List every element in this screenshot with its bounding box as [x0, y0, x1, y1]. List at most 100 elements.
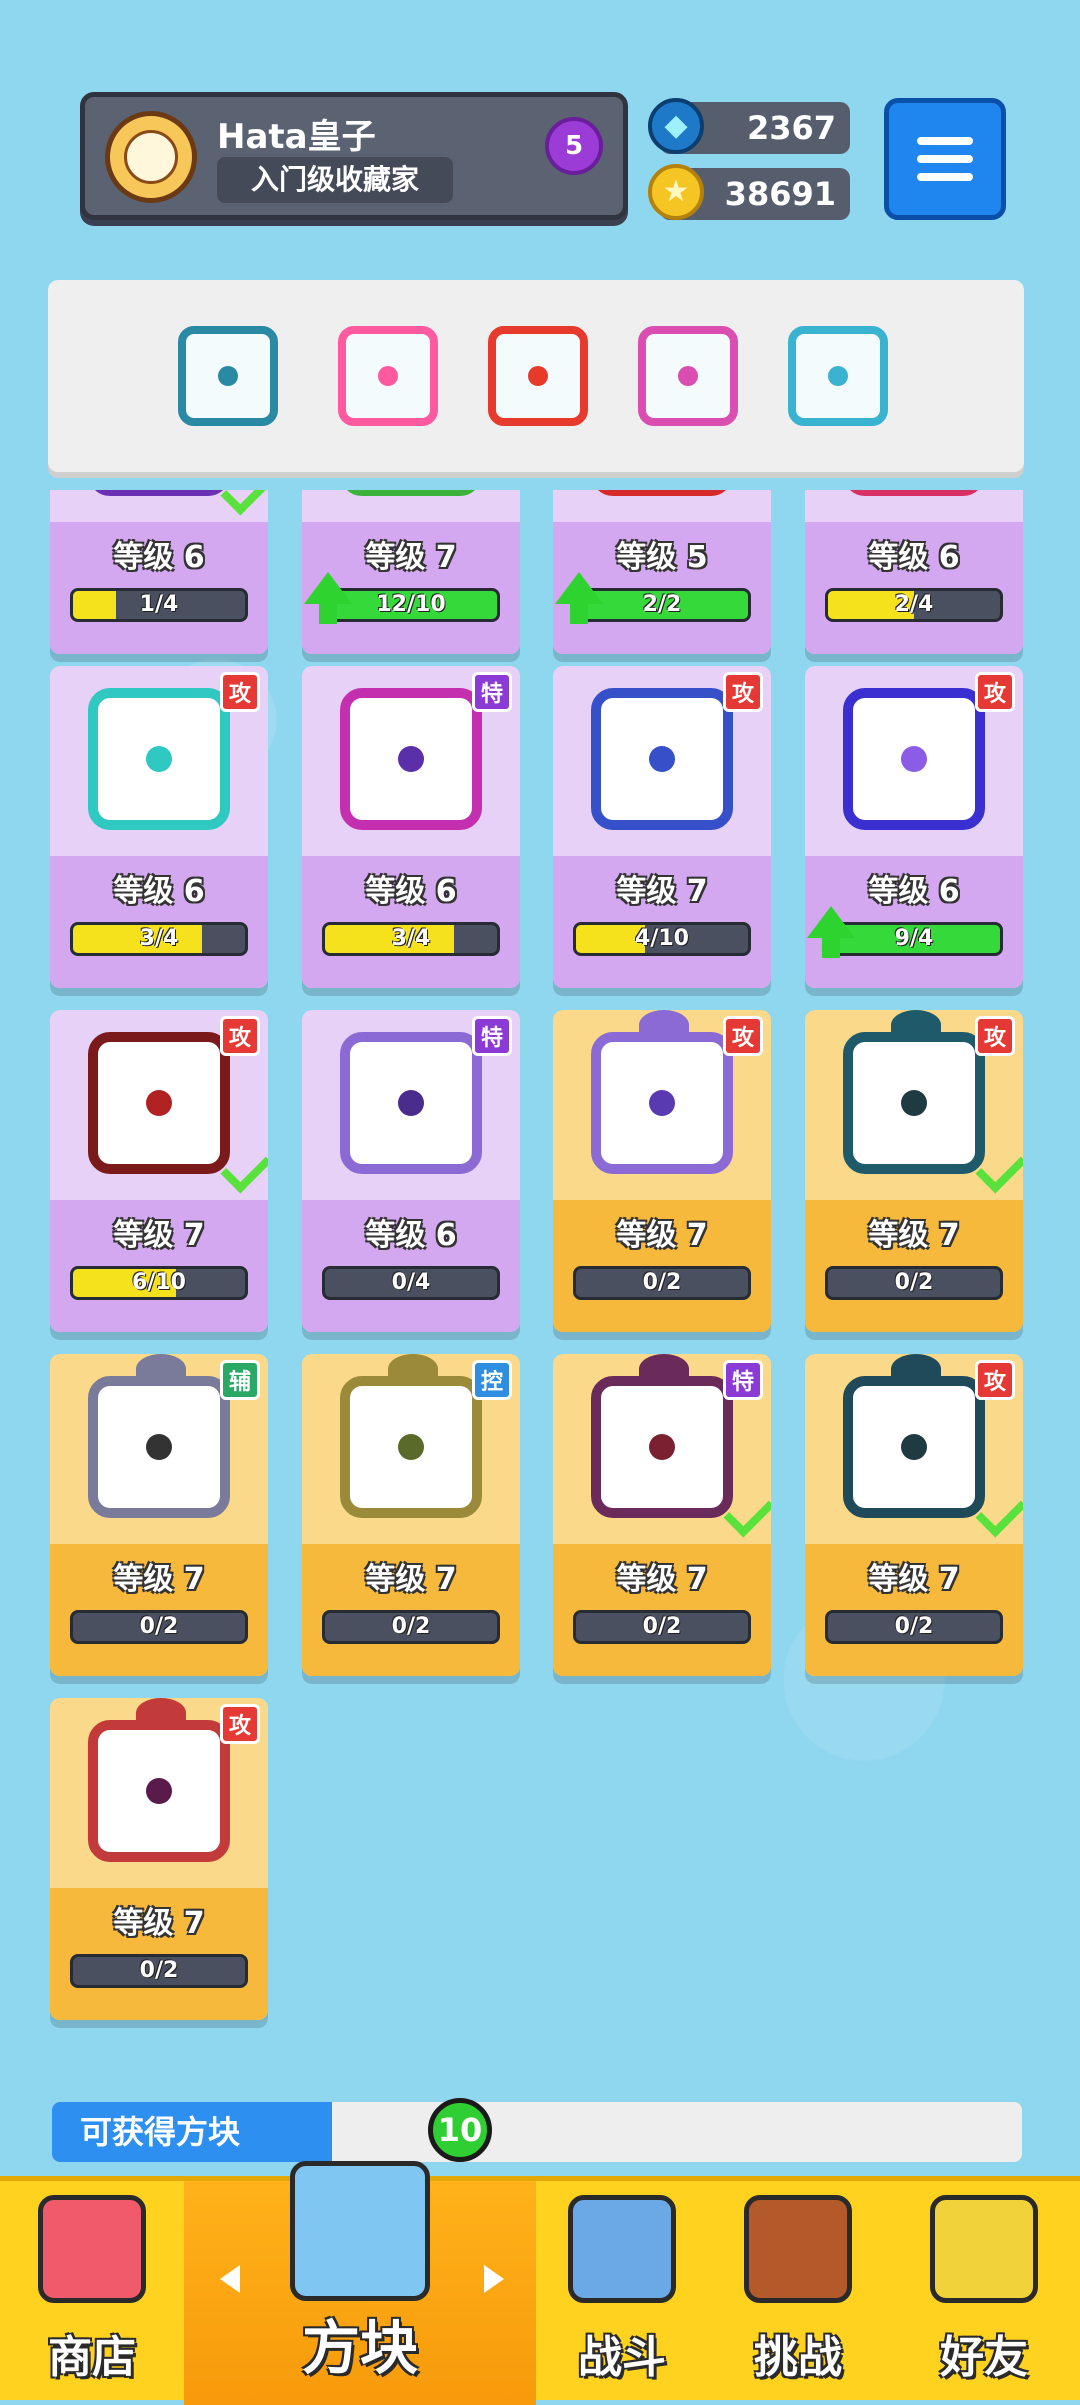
dice-type-tag: 攻	[220, 1016, 260, 1056]
deck-slot-ice-dragon-dice[interactable]	[788, 326, 888, 426]
avatar[interactable]	[105, 111, 197, 203]
nav-label: 好友	[940, 2332, 1028, 2383]
dice-card[interactable]: 特等级 7 0/2	[553, 1354, 771, 1676]
dice-pip-icon	[901, 746, 927, 772]
progress-text: 0/4	[391, 1270, 431, 1295]
progress-text: 0/2	[391, 1614, 431, 1639]
dragon-crest-icon	[136, 1698, 186, 1728]
progress-text: 6/10	[132, 1270, 186, 1295]
dice-pip-icon	[649, 1434, 675, 1460]
dice-pip-icon	[649, 1090, 675, 1116]
dice-card[interactable]: 控等级 7 0/2	[302, 1354, 520, 1676]
profile-panel[interactable]: Hata皇子 入门级收藏家 5	[80, 92, 628, 220]
dice-pip-icon	[398, 746, 424, 772]
dice-card[interactable]: 特等级 6 3/4	[302, 666, 520, 988]
dice-pip-icon	[398, 1434, 424, 1460]
progress-text: 3/4	[391, 926, 431, 951]
upgrade-progress-bar: 0/4	[322, 1266, 500, 1300]
available-dice-bar[interactable]: 可获得方块	[52, 2102, 1022, 2162]
dice-pip-icon	[398, 1090, 424, 1116]
nav-label: 商店	[48, 2332, 136, 2383]
upgrade-progress-bar: 2/4	[825, 588, 1003, 622]
upgrade-progress-bar: 6/10	[70, 1266, 248, 1300]
nav-challenge[interactable]: 挑战	[708, 2181, 888, 2405]
dice-face	[88, 1376, 230, 1518]
dice-card[interactable]: 攻等级 7 6/10	[50, 1010, 268, 1332]
dice-face	[843, 1032, 1023, 1194]
nav-dice-box[interactable]: 方块	[184, 2161, 536, 2405]
dice-card[interactable]: 辅等级 7 0/2	[50, 1354, 268, 1676]
dice-pip-icon	[649, 746, 675, 772]
dice-level: 等级 6	[365, 874, 457, 909]
menu-button[interactable]	[884, 98, 1006, 220]
dice-face	[88, 1032, 268, 1194]
dice-type-tag: 攻	[723, 672, 763, 712]
dice-collection: 等级 6 1/4 等级 7 12/10 等级 5 2/2 等级 6 2/4 攻等级 6 3/4 特等…	[0, 490, 1080, 2070]
star-coin-icon: ★	[648, 164, 704, 220]
dice-level: 等级 6	[868, 540, 960, 575]
prev-arrow-icon[interactable]	[220, 2265, 240, 2293]
dice-card[interactable]: 攻等级 7 4/10	[553, 666, 771, 988]
dice-pip-icon	[378, 366, 398, 386]
progress-text: 0/2	[642, 1270, 682, 1295]
upgrade-progress-bar: 0/2	[825, 1610, 1003, 1644]
dice-face	[843, 688, 985, 830]
dice-card[interactable]: 等级 5 2/2	[553, 490, 771, 654]
dice-pip-icon	[901, 1090, 927, 1116]
deck-slot-vortex-dragon-dice[interactable]	[178, 326, 278, 426]
coin-counter: ★ 38691	[648, 164, 850, 220]
upgrade-progress-bar: 1/4	[70, 588, 248, 622]
avatar-face-icon	[124, 130, 178, 184]
equipped-check-icon	[975, 1486, 1023, 1538]
dice-type-tag: 攻	[975, 1016, 1015, 1056]
dice-card[interactable]: 攻等级 6 9/4	[805, 666, 1023, 988]
progress-text: 0/2	[894, 1614, 934, 1639]
progress-text: 3/4	[139, 926, 179, 951]
dice-level: 等级 7	[868, 1562, 960, 1597]
rank-number: 5	[545, 117, 603, 175]
dice-level: 等级 6	[113, 874, 205, 909]
bottom-nav: 商店 方块 战斗 挑战 好友	[0, 2161, 1080, 2405]
shop-icon	[38, 2195, 146, 2303]
player-name: Hata皇子	[217, 117, 376, 157]
dice-level: 等级 6	[365, 1218, 457, 1253]
dice-face	[591, 1376, 771, 1538]
dice-card[interactable]: 特等级 6 0/4	[302, 1010, 520, 1332]
dice-card[interactable]: 攻等级 7 0/2	[553, 1010, 771, 1332]
dice-face	[591, 688, 733, 830]
dice-pip-icon	[146, 1434, 172, 1460]
dice-type-tag: 攻	[220, 1704, 260, 1744]
dice-level: 等级 7	[365, 540, 457, 575]
dice-card[interactable]: 等级 6 1/4	[50, 490, 268, 654]
equipped-check-icon	[220, 1142, 268, 1194]
deck-slot-fire-dice[interactable]	[488, 326, 588, 426]
equipped-deck	[48, 280, 1024, 472]
dice-card[interactable]: 攻等级 6 3/4	[50, 666, 268, 988]
equipped-check-icon	[975, 1142, 1023, 1194]
dice-card[interactable]: 攻等级 7 0/2	[805, 1354, 1023, 1676]
dragon-crest-icon	[639, 1010, 689, 1040]
upgrade-progress-bar: 0/2	[573, 1610, 751, 1644]
deck-slot-rainbow-dice[interactable]	[338, 326, 438, 426]
dice-card[interactable]: 等级 6 2/4	[805, 490, 1023, 654]
dice-box-icon	[290, 2161, 430, 2301]
upgrade-arrow-icon	[555, 572, 603, 624]
hamburger-menu-icon	[917, 137, 973, 145]
dice-pip-icon	[828, 366, 848, 386]
dice-pip-icon	[146, 746, 172, 772]
dice-card[interactable]: 攻等级 7 0/2	[805, 1010, 1023, 1332]
next-arrow-icon[interactable]	[484, 2265, 504, 2293]
equipped-check-icon	[220, 490, 268, 516]
dice-type-tag: 特	[472, 672, 512, 712]
nav-shop[interactable]: 商店	[0, 2181, 184, 2405]
dice-pip-icon	[528, 366, 548, 386]
dice-card[interactable]: 攻等级 7 0/2	[50, 1698, 268, 2020]
nav-friends[interactable]: 好友	[888, 2181, 1080, 2405]
progress-text: 0/2	[139, 1614, 179, 1639]
dice-level: 等级 7	[616, 1218, 708, 1253]
nav-battle[interactable]: 战斗	[536, 2181, 708, 2405]
progress-text: 0/2	[642, 1614, 682, 1639]
dice-card[interactable]: 等级 7 12/10	[302, 490, 520, 654]
deck-slot-pink-dragon-dice[interactable]	[638, 326, 738, 426]
nav-label: 方块	[301, 2314, 418, 2382]
